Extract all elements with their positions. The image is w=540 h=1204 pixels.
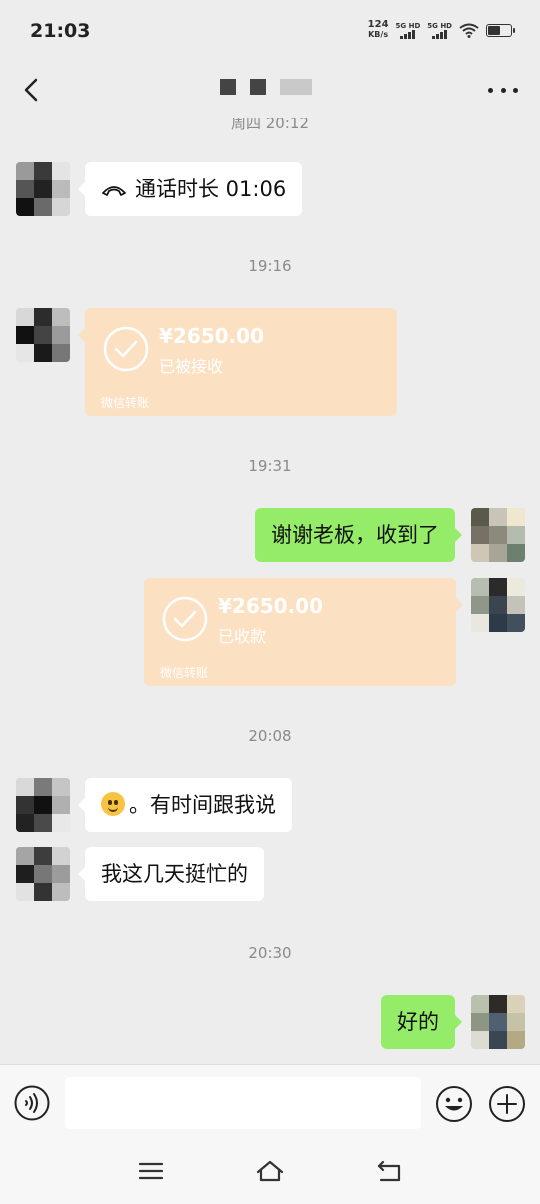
message-input[interactable] — [65, 1077, 421, 1129]
network-speed: 124 KB/s — [368, 20, 389, 40]
voice-icon[interactable] — [14, 1085, 50, 1121]
timestamp: 20:08 — [248, 727, 292, 745]
chat-title-mosaic — [220, 79, 312, 95]
timestamp: 20:30 — [248, 944, 292, 962]
emoji-icon[interactable] — [435, 1085, 473, 1123]
transfer-amount: ¥2650.00 — [218, 594, 324, 618]
my-avatar[interactable] — [471, 578, 525, 632]
chevron-left-icon[interactable] — [14, 72, 50, 108]
smile-emoji-icon — [101, 792, 125, 816]
contact-avatar[interactable] — [16, 162, 70, 216]
transfer-status: 已被接收 — [159, 357, 224, 376]
signal-1-icon: 5G HD — [396, 22, 420, 39]
transfer-footer: 微信转账 — [160, 666, 209, 680]
transfer-amount: ¥2650.00 — [159, 324, 265, 348]
phone-hangup-icon — [102, 186, 126, 196]
timestamp-partial: 周四 20:12 — [231, 118, 309, 132]
transfer-footer: 微信转账 — [101, 396, 150, 410]
back-icon[interactable] — [375, 1156, 405, 1186]
menu-icon[interactable] — [136, 1156, 166, 1186]
system-nav-bar — [0, 1140, 540, 1204]
my-avatar[interactable] — [471, 995, 525, 1049]
chat-header — [0, 62, 540, 118]
battery-icon — [486, 23, 515, 37]
chat-message-list[interactable]: 周四 20:12 通话时长 01:06 19:16 ¥2650.00 已被接收 … — [0, 118, 540, 1064]
message-input-bar — [0, 1064, 540, 1141]
message-text: 。有时间跟我说 — [129, 793, 276, 817]
my-avatar[interactable] — [471, 508, 525, 562]
status-bar: 21:03 124 KB/s 5G HD 5G HD — [0, 0, 540, 62]
transfer-card[interactable]: ¥2650.00 已被接收 微信转账 — [78, 308, 397, 416]
timestamp: 19:31 — [248, 457, 292, 475]
incoming-text-bubble[interactable]: 我这几天挺忙的 — [78, 847, 264, 901]
outgoing-text-bubble[interactable]: 好的 — [381, 995, 462, 1049]
status-time: 21:03 — [30, 20, 91, 42]
signal-2-icon: 5G HD — [427, 22, 452, 39]
wifi-icon — [459, 23, 479, 38]
call-record-bubble[interactable]: 通话时长 01:06 — [77, 162, 303, 216]
transfer-status: 已收款 — [218, 627, 267, 646]
network-speed-unit: KB/s — [368, 30, 389, 39]
home-icon[interactable] — [255, 1156, 285, 1186]
contact-avatar[interactable] — [16, 847, 70, 901]
check-circle-icon — [162, 596, 208, 642]
more-dots-icon[interactable] — [488, 76, 518, 104]
outgoing-text-bubble[interactable]: 谢谢老板，收到了 — [255, 508, 462, 562]
timestamp: 19:16 — [248, 257, 292, 275]
check-circle-icon — [103, 326, 149, 372]
contact-avatar[interactable] — [16, 778, 70, 832]
transfer-card[interactable]: ¥2650.00 已收款 微信转账 — [144, 578, 463, 686]
incoming-text-bubble[interactable]: 。有时间跟我说 — [78, 778, 292, 832]
call-duration-text: 通话时长 01:06 — [135, 177, 287, 201]
network-speed-value: 124 — [367, 19, 389, 30]
contact-avatar[interactable] — [16, 308, 70, 362]
plus-icon[interactable] — [488, 1085, 526, 1123]
status-indicators: 124 KB/s 5G HD 5G HD — [368, 20, 515, 40]
